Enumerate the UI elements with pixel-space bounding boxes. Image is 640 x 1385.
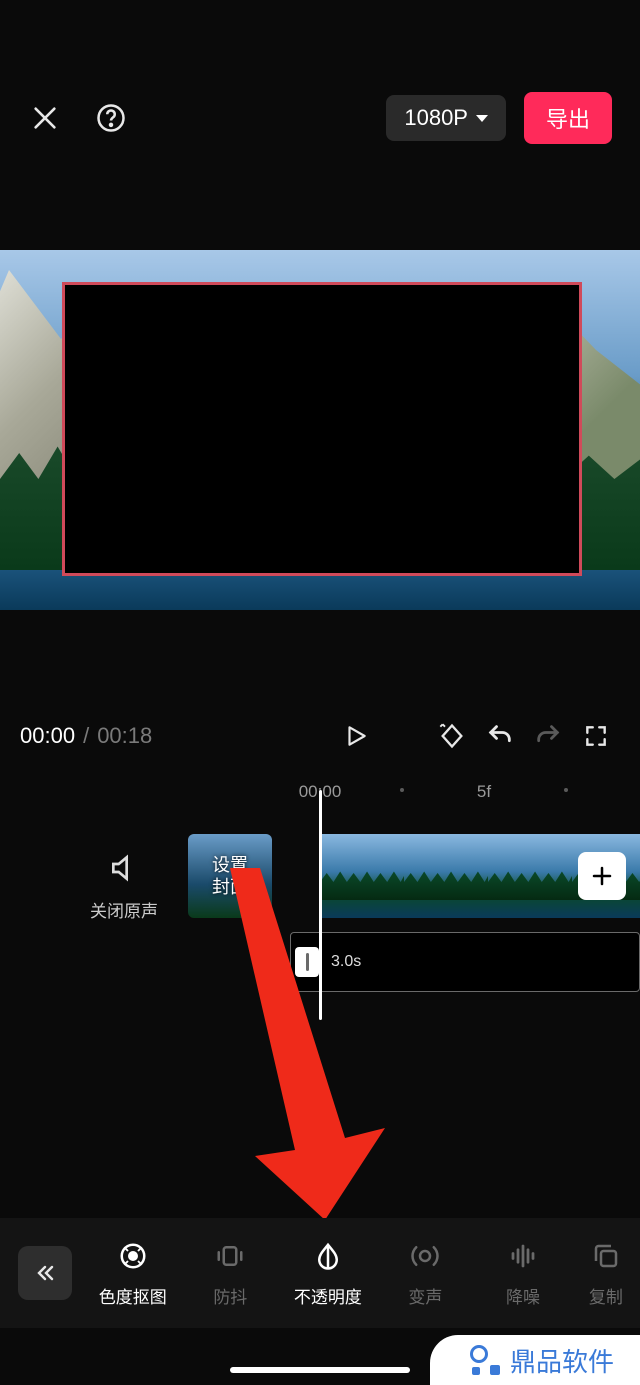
speaker-icon	[108, 852, 140, 884]
undo-button[interactable]	[476, 714, 524, 758]
time-separator: /	[83, 723, 89, 749]
tool-label: 复制	[589, 1283, 623, 1308]
watermark-text: 鼎品软件	[510, 1342, 614, 1379]
export-button[interactable]: 导出	[524, 92, 612, 144]
fullscreen-button[interactable]	[572, 714, 620, 758]
toolbar-back-button[interactable]	[18, 1246, 72, 1300]
chroma-icon	[116, 1239, 150, 1273]
mute-label: 关闭原声	[84, 897, 164, 922]
time-duration: 00:18	[97, 723, 152, 749]
clip-left-handle[interactable]	[295, 947, 319, 977]
plus-icon	[590, 864, 614, 888]
tool-voice-change[interactable]: 变声	[377, 1239, 475, 1308]
audio-clip[interactable]: 3.0s	[290, 932, 640, 992]
tool-chroma-key[interactable]: 色度抠图	[84, 1239, 182, 1308]
watermark-logo-icon	[470, 1345, 500, 1375]
playhead[interactable]	[319, 790, 322, 1020]
tool-label: 防抖	[213, 1283, 247, 1308]
tool-copy[interactable]: 复制	[572, 1239, 640, 1308]
resolution-label: 1080P	[404, 105, 468, 131]
time-current: 00:00	[20, 723, 75, 749]
video-preview[interactable]	[0, 250, 640, 610]
opacity-icon	[311, 1239, 345, 1273]
ruler-mark: 5f	[477, 782, 491, 802]
close-icon[interactable]	[28, 101, 62, 135]
cover-label: 设置 封面	[212, 854, 248, 898]
keyframe-button[interactable]	[428, 714, 476, 758]
tool-label: 变声	[408, 1283, 442, 1308]
transport-bar: 00:00 / 00:18	[0, 714, 640, 758]
stabilize-icon	[213, 1239, 247, 1273]
caret-down-icon	[476, 115, 488, 122]
bottom-toolbar: 色度抠图 防抖 不透明度 变声 降噪 复制	[0, 1218, 640, 1328]
chevron-double-left-icon	[33, 1261, 57, 1285]
selection-frame[interactable]	[62, 282, 582, 576]
tool-label: 降噪	[506, 1283, 540, 1308]
tool-noise-reduce[interactable]: 降噪	[474, 1239, 572, 1308]
help-icon[interactable]	[94, 101, 128, 135]
add-clip-button[interactable]	[578, 852, 626, 900]
watermark: 鼎品软件	[430, 1335, 640, 1385]
home-indicator	[230, 1367, 410, 1373]
tool-label: 色度抠图	[99, 1283, 167, 1308]
header-bar: 1080P 导出	[0, 96, 640, 140]
tool-opacity[interactable]: 不透明度	[279, 1239, 377, 1308]
copy-icon	[589, 1239, 623, 1273]
set-cover-button[interactable]: 设置 封面	[188, 834, 272, 918]
redo-button[interactable]	[524, 714, 572, 758]
mute-audio-button[interactable]: 关闭原声	[84, 852, 164, 922]
clip-duration: 3.0s	[331, 953, 361, 971]
tool-label: 不透明度	[294, 1283, 362, 1308]
tool-stabilize[interactable]: 防抖	[182, 1239, 280, 1308]
voice-icon	[408, 1239, 442, 1273]
play-button[interactable]	[328, 714, 384, 758]
noise-icon	[506, 1239, 540, 1273]
resolution-button[interactable]: 1080P	[386, 95, 506, 141]
